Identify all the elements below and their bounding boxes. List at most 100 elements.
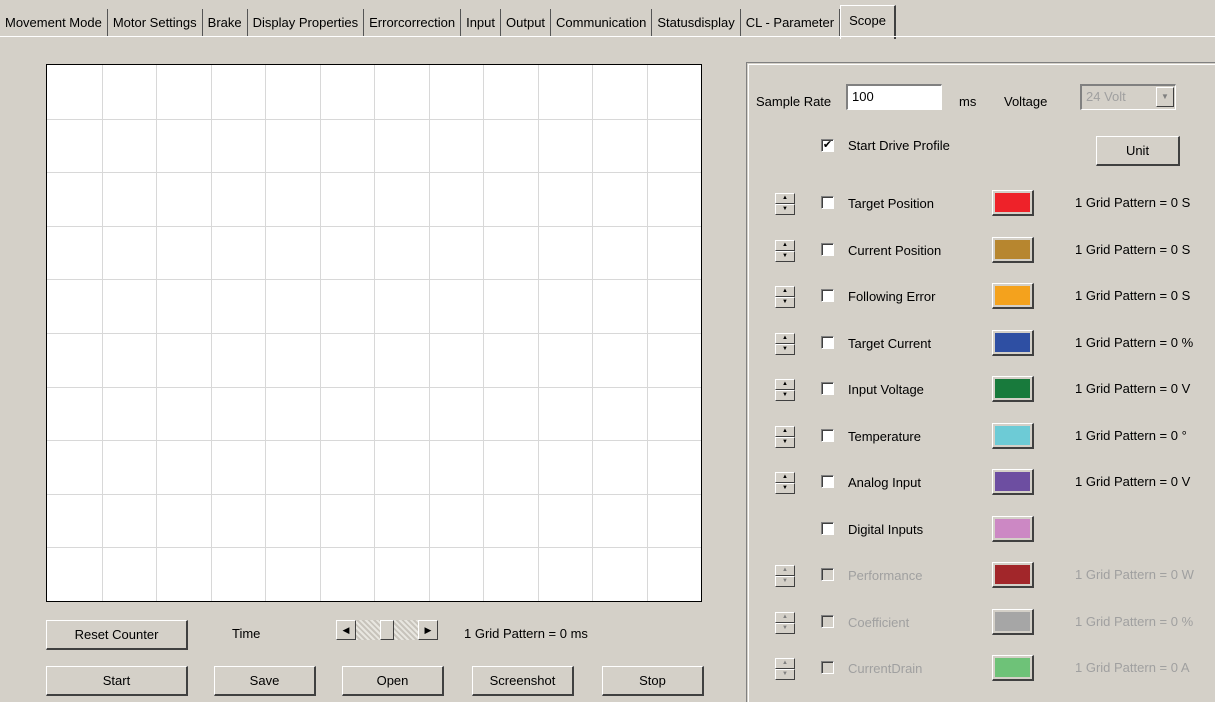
- up-arrow-icon[interactable]: ▲: [775, 379, 795, 390]
- target-current-checkbox[interactable]: [821, 336, 834, 349]
- down-arrow-icon[interactable]: ▼: [775, 204, 795, 215]
- digital-inputs-checkbox[interactable]: [821, 522, 834, 535]
- time-scroll-right-button[interactable]: ▶: [418, 620, 438, 640]
- tab-input[interactable]: Input: [461, 9, 502, 37]
- tab-statusdisplay[interactable]: Statusdisplay: [652, 9, 741, 37]
- currentdrain-color-button[interactable]: [992, 655, 1034, 681]
- start-drive-profile-label: Start Drive Profile: [848, 138, 950, 153]
- tab-scope[interactable]: Scope: [840, 5, 896, 39]
- target-position-spinner[interactable]: ▲ ▼: [775, 193, 795, 215]
- down-arrow-icon[interactable]: ▼: [775, 251, 795, 262]
- tab-bar: Movement Mode Motor Settings Brake Display …: [0, 0, 1215, 40]
- following-error-color-button[interactable]: [992, 283, 1034, 309]
- currentdrain-checkbox[interactable]: [821, 661, 834, 674]
- target-position-checkbox[interactable]: [821, 196, 834, 209]
- sample-rate-label: Sample Rate: [756, 94, 832, 109]
- currentdrain-spinner[interactable]: ▲ ▼: [775, 658, 795, 680]
- up-arrow-icon[interactable]: ▲: [775, 612, 795, 623]
- input-voltage-checkbox[interactable]: [821, 382, 834, 395]
- sample-rate-unit: ms: [959, 94, 977, 109]
- current-position-label: Current Position: [848, 243, 942, 258]
- tab-motor-settings[interactable]: Motor Settings: [108, 9, 203, 37]
- color-swatch: [995, 286, 1030, 305]
- time-scroll-left-button[interactable]: ◀: [336, 620, 356, 640]
- digital-inputs-label: Digital Inputs: [848, 522, 924, 537]
- up-arrow-icon[interactable]: ▲: [775, 565, 795, 576]
- input-voltage-color-button[interactable]: [992, 376, 1034, 402]
- coefficient-spinner[interactable]: ▲ ▼: [775, 612, 795, 634]
- temperature-grid-label: 1 Grid Pattern = 0 °: [1075, 428, 1187, 443]
- up-arrow-icon[interactable]: ▲: [775, 193, 795, 204]
- down-arrow-icon[interactable]: ▼: [775, 390, 795, 401]
- temperature-color-button[interactable]: [992, 423, 1034, 449]
- current-position-grid-label: 1 Grid Pattern = 0 S: [1075, 242, 1191, 257]
- tab-errorcorrection[interactable]: Errorcorrection: [364, 9, 462, 37]
- performance-label: Performance: [848, 568, 923, 583]
- current-position-checkbox[interactable]: [821, 243, 834, 256]
- following-error-spinner[interactable]: ▲ ▼: [775, 286, 795, 308]
- performance-checkbox[interactable]: [821, 568, 834, 581]
- analog-input-checkbox[interactable]: [821, 475, 834, 488]
- current-position-color-button[interactable]: [992, 237, 1034, 263]
- currentdrain-grid-label: 1 Grid Pattern = 0 A: [1075, 660, 1190, 675]
- up-arrow-icon[interactable]: ▲: [775, 333, 795, 344]
- following-error-checkbox[interactable]: [821, 289, 834, 302]
- input-voltage-spinner[interactable]: ▲ ▼: [775, 379, 795, 401]
- tab-divider: [0, 36, 1215, 37]
- down-arrow-icon[interactable]: ▼: [775, 576, 795, 587]
- color-swatch: [995, 658, 1030, 677]
- up-arrow-icon[interactable]: ▲: [775, 426, 795, 437]
- up-arrow-icon[interactable]: ▲: [775, 658, 795, 669]
- voltage-label: Voltage: [1004, 94, 1048, 109]
- tab-movement-mode[interactable]: Movement Mode: [0, 9, 108, 37]
- tab-brake[interactable]: Brake: [203, 9, 248, 37]
- scope-graph: [46, 64, 702, 602]
- temperature-checkbox[interactable]: [821, 429, 834, 442]
- performance-color-button[interactable]: [992, 562, 1034, 588]
- target-current-grid-label: 1 Grid Pattern = 0 %: [1075, 335, 1194, 350]
- tab-cl-parameter[interactable]: CL - Parameter: [741, 9, 841, 37]
- target-current-color-button[interactable]: [992, 330, 1034, 356]
- digital-inputs-color-button[interactable]: [992, 516, 1034, 542]
- performance-spinner[interactable]: ▲ ▼: [775, 565, 795, 587]
- coefficient-checkbox[interactable]: [821, 615, 834, 628]
- sample-rate-input[interactable]: 100: [846, 84, 942, 110]
- reset-counter-button[interactable]: Reset Counter: [46, 620, 188, 650]
- voltage-select[interactable]: 24 Volt ▼: [1080, 84, 1176, 110]
- input-voltage-label: Input Voltage: [848, 382, 924, 397]
- up-arrow-icon[interactable]: ▲: [775, 240, 795, 251]
- unit-button[interactable]: Unit: [1096, 136, 1180, 166]
- down-arrow-icon[interactable]: ▼: [775, 483, 795, 494]
- analog-input-color-button[interactable]: [992, 469, 1034, 495]
- analog-input-spinner[interactable]: ▲ ▼: [775, 472, 795, 494]
- color-swatch: [995, 240, 1030, 259]
- target-current-spinner[interactable]: ▲ ▼: [775, 333, 795, 355]
- following-error-label: Following Error: [848, 289, 936, 304]
- tab-output[interactable]: Output: [501, 9, 552, 37]
- analog-input-grid-label: 1 Grid Pattern = 0 V: [1075, 474, 1191, 489]
- up-arrow-icon[interactable]: ▲: [775, 286, 795, 297]
- coefficient-grid-label: 1 Grid Pattern = 0 %: [1075, 614, 1194, 629]
- target-position-color-button[interactable]: [992, 190, 1034, 216]
- target-position-label: Target Position: [848, 196, 934, 211]
- target-position-grid-label: 1 Grid Pattern = 0 S: [1075, 195, 1191, 210]
- down-arrow-icon[interactable]: ▼: [775, 623, 795, 634]
- current-position-spinner[interactable]: ▲ ▼: [775, 240, 795, 262]
- down-arrow-icon[interactable]: ▼: [775, 344, 795, 355]
- color-swatch: [995, 612, 1030, 631]
- temperature-spinner[interactable]: ▲ ▼: [775, 426, 795, 448]
- time-scroll-thumb[interactable]: [380, 620, 394, 640]
- start-drive-profile-checkbox[interactable]: ✔: [821, 139, 834, 152]
- chevron-down-icon[interactable]: ▼: [1156, 87, 1174, 107]
- tab-display-properties[interactable]: Display Properties: [248, 9, 365, 37]
- coefficient-color-button[interactable]: [992, 609, 1034, 635]
- color-swatch: [995, 472, 1030, 491]
- down-arrow-icon[interactable]: ▼: [775, 297, 795, 308]
- down-arrow-icon[interactable]: ▼: [775, 437, 795, 448]
- color-swatch: [995, 379, 1030, 398]
- tab-communication[interactable]: Communication: [551, 9, 653, 37]
- up-arrow-icon[interactable]: ▲: [775, 472, 795, 483]
- voltage-select-value: 24 Volt: [1086, 89, 1126, 104]
- color-swatch: [995, 193, 1030, 212]
- down-arrow-icon[interactable]: ▼: [775, 669, 795, 680]
